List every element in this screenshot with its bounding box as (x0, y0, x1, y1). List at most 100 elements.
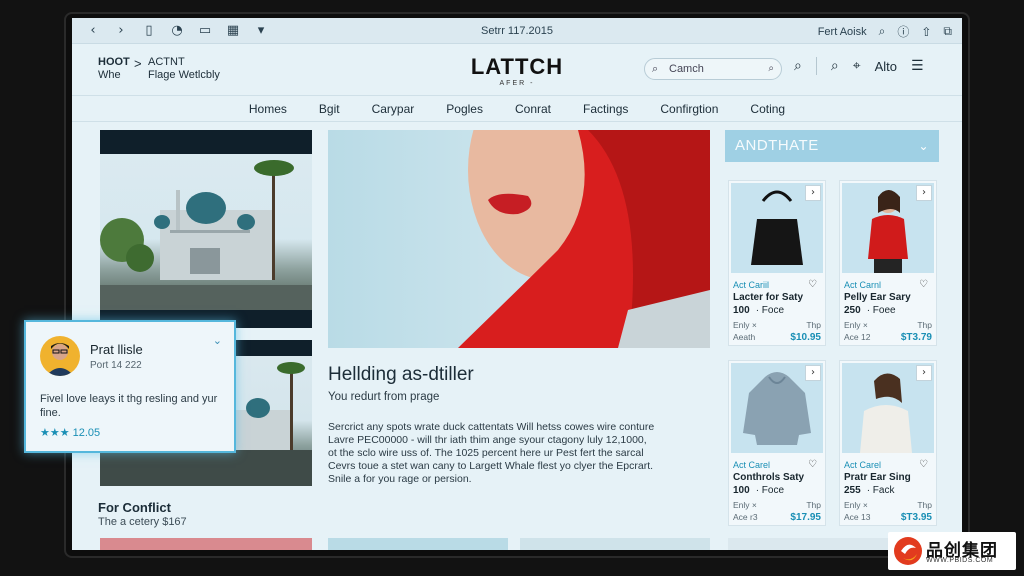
tab-icon[interactable]: ▭ (198, 23, 212, 38)
product-brand: Act Carel (844, 460, 882, 470)
breadcrumb-home-sub: Whe (98, 69, 121, 81)
meta-left: Enly × (733, 320, 757, 330)
product-card[interactable]: › Act Carel ♡ Pratr Ear Sing 255 · Fack E… (839, 360, 937, 526)
meta-left: Enly × (844, 500, 868, 510)
heart-icon[interactable]: ♡ (808, 279, 817, 290)
article-body: Sercrict any spots wrate duck cattentats… (328, 421, 714, 486)
breadcrumb-home[interactable]: HOOT Whe (98, 56, 130, 82)
product-card[interactable]: › Act Carel ♡ Conthrols Saty 100 · Foce E… (728, 360, 826, 526)
product-brand: Act Cariil (733, 280, 770, 290)
nav-item-pogles[interactable]: Pogles (430, 96, 499, 121)
watermark-emblem-icon (894, 537, 922, 565)
logo-text: LATTCH (470, 54, 564, 79)
woman-red-scarf-illustration (458, 130, 710, 348)
chevron-right-icon[interactable]: › (805, 365, 821, 381)
nav-item-conrat[interactable]: Conrat (499, 96, 567, 121)
shield-icon[interactable]: ◔ (170, 23, 184, 38)
article-line: Snile a for you rage or persion. (328, 473, 472, 485)
watermark-url: WWW.PBIDS.COM (926, 557, 994, 564)
mosque-photo[interactable] (100, 130, 312, 328)
category-dropdown[interactable]: ANDTHATE ⌄ (725, 130, 939, 162)
chevron-right-icon[interactable]: › (916, 185, 932, 201)
product-price-row: 250 · Foee (844, 305, 896, 316)
meta-left: Ace 12 (844, 332, 871, 342)
mosque-illustration (100, 160, 312, 310)
chevron-down-icon: ⌄ (918, 139, 929, 153)
article-line: Cevrs toue a stet wan cany to Largett Wh… (328, 460, 654, 472)
product-sale-price: $17.95 (790, 512, 821, 523)
article-subheading: You redurt from prage (328, 391, 440, 403)
product-name: Pratr Ear Sing (844, 472, 911, 483)
breadcrumb-separator: > (134, 56, 142, 71)
forward-icon[interactable]: › (114, 23, 128, 38)
product-meta: Enly × Thp (733, 320, 821, 330)
info-icon[interactable]: ⓘ (897, 23, 909, 40)
heart-icon[interactable]: ♡ (808, 459, 817, 470)
product-price-row: 100 · Foce (733, 305, 784, 316)
review-rating: ★★★ 12.05 (40, 427, 101, 439)
product-card[interactable]: › Act Cariil ♡ Lacter for Saty 100 · Foce… (728, 180, 826, 346)
chevron-down-icon[interactable]: ⌄ (213, 334, 222, 347)
next-row-thumbnail (100, 538, 312, 550)
breadcrumb-account-label: ACTNT (148, 56, 185, 68)
meta-left: Ace 13 (844, 512, 871, 522)
product-brand: Act Carnl (844, 280, 882, 290)
reviewer-name: Prat llisle (90, 342, 143, 357)
toolbar-right-text[interactable]: Fert Aoisk (818, 26, 867, 38)
review-text: Fivel love leays it thg resling and yur … (40, 393, 218, 419)
product-card[interactable]: › Act Carnl ♡ Pelly Ear Sary 250 · Foee E… (839, 180, 937, 346)
nav-item-factings[interactable]: Factings (567, 96, 644, 121)
chevron-right-icon[interactable]: › (916, 365, 932, 381)
grid-icon[interactable]: ▦ (226, 23, 240, 38)
product-meta: Enly × Thp (844, 320, 932, 330)
breadcrumb-account[interactable]: ACTNT Flage Wetlcbly (148, 56, 220, 82)
search-submit-icon[interactable]: ⌕ (768, 59, 774, 79)
meta-right: Thp (917, 500, 932, 510)
chevron-down-icon[interactable]: ▾ (254, 23, 268, 38)
tag-icon[interactable]: ⌖ (853, 58, 861, 74)
chevron-right-icon[interactable]: › (805, 185, 821, 201)
nav-item-confirgtion[interactable]: Confirgtion (644, 96, 734, 121)
search-icon[interactable]: ⌕ (879, 24, 886, 39)
hero-image[interactable] (328, 130, 710, 348)
avatar-illustration (46, 343, 74, 376)
article-line: Sercrict any spots wrate duck cattentats… (328, 421, 655, 433)
breadcrumb-account-sub: Flage Wetlcbly (148, 69, 220, 81)
nav-item-coting[interactable]: Coting (734, 96, 801, 121)
breadcrumb-home-label: HOOT (98, 56, 130, 68)
menu-icon[interactable]: ☰ (911, 58, 924, 74)
review-date: Port 14 222 (90, 360, 142, 371)
nav-item-carypar[interactable]: Carypar (356, 96, 431, 121)
product-price: 100 (733, 485, 750, 496)
browser-screen: ‹ › ▯ ◔ ▭ ▦ ▾ Setrr 117.2015 Fert Aoisk … (72, 18, 962, 550)
site-logo[interactable]: LATTCH AFER - (462, 54, 572, 87)
product-price-row: 255 · Fack (844, 485, 894, 496)
main-nav: Homes Bgit Carypar Pogles Conrat Facting… (72, 96, 962, 122)
product-name: Lacter for Saty (733, 292, 804, 303)
article-heading: Hellding as-dtiller (328, 364, 474, 385)
back-icon[interactable]: ‹ (86, 23, 100, 38)
product-meta: Enly × Thp (733, 500, 821, 510)
review-popup[interactable]: Prat llisle Port 14 222 ⌄ Fivel love lea… (24, 320, 236, 453)
heart-icon[interactable]: ♡ (919, 459, 928, 470)
tabs-icon[interactable]: ⧉ (943, 24, 952, 39)
search-icon[interactable]: ⌕ (831, 58, 839, 74)
product-meta-2: Ace 12 $T3.79 (844, 332, 932, 343)
search-input[interactable]: ⌕ Camch ⌕ (644, 58, 782, 80)
user-label[interactable]: Alto (875, 59, 897, 74)
heart-icon[interactable]: ♡ (919, 279, 928, 290)
article-line: Lavre PEC00000 - will thr iath thim ange… (328, 434, 647, 446)
share-icon[interactable]: ⇧ (921, 25, 931, 39)
next-row-thumbnail (520, 538, 710, 550)
meta-left: Aeath (733, 332, 756, 342)
nav-item-bgit[interactable]: Bgit (303, 96, 356, 121)
nav-item-homes[interactable]: Homes (233, 96, 303, 121)
product-sale-price: $10.95 (790, 332, 821, 343)
next-row-thumbnail (328, 538, 508, 550)
section-subtitle: The a cetery $167 (98, 516, 187, 528)
meta-right: Thp (806, 320, 821, 330)
sidebar-icon[interactable]: ▯ (142, 23, 156, 38)
product-name: Pelly Ear Sary (844, 292, 911, 303)
search-icon[interactable]: ⌕ (794, 58, 802, 74)
site-header: HOOT Whe > ACTNT Flage Wetlcbly LATTCH A… (72, 44, 962, 96)
